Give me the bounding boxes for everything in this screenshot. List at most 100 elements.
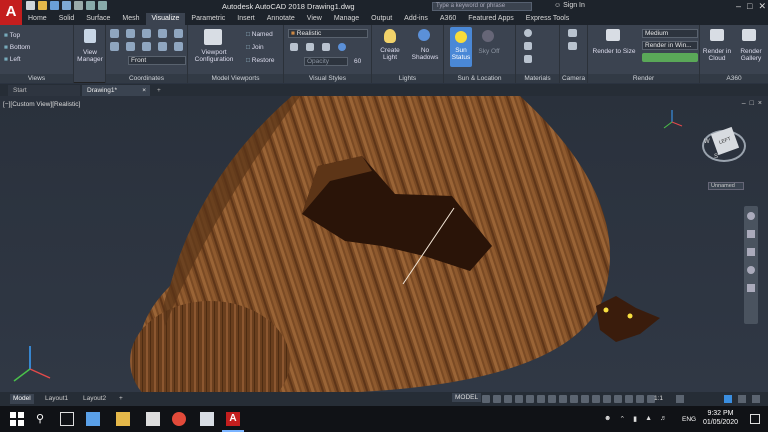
layout-tab-model[interactable]: Model (10, 394, 34, 404)
tab-express-tools[interactable]: Express Tools (520, 13, 575, 25)
customization-icon[interactable] (752, 395, 760, 403)
light-bulb-icon[interactable] (384, 29, 396, 43)
annotation-visibility-icon[interactable] (636, 395, 644, 403)
render-quality-dropdown[interactable]: Medium (642, 29, 698, 38)
ucs-x-icon[interactable] (142, 29, 151, 38)
isodraft-icon[interactable] (526, 395, 534, 403)
polar-icon[interactable] (515, 395, 523, 403)
tab-annotate[interactable]: Annotate (261, 13, 301, 25)
materials-browser-icon[interactable] (524, 29, 532, 37)
autocad-taskbar-icon[interactable]: A (226, 412, 240, 426)
viewport-config-icon[interactable] (204, 29, 222, 45)
ucs-face-icon[interactable] (158, 42, 167, 51)
layout-tab-layout2[interactable]: Layout2 (80, 394, 109, 404)
volume-icon[interactable]: ♬ (660, 415, 667, 423)
view-item-top[interactable]: ■ Top (4, 32, 20, 39)
sign-in-button[interactable]: ☺ Sign In (554, 2, 585, 9)
ucs-origin-icon[interactable] (110, 42, 119, 51)
plot-icon[interactable] (74, 1, 83, 10)
lineweight-icon[interactable] (559, 395, 567, 403)
materials-on-icon[interactable] (524, 55, 532, 63)
search-icon[interactable]: ⚲ (36, 412, 50, 426)
tab-view[interactable]: View (301, 13, 328, 25)
maximize-icon[interactable]: □ (747, 1, 752, 12)
drawing-viewport[interactable]: [−][Custom View][Realistic] – □ × LEFT W… (0, 96, 768, 392)
osnap-icon[interactable] (548, 395, 556, 403)
gallery-icon[interactable] (742, 29, 756, 41)
undo-icon[interactable] (86, 1, 95, 10)
showmotion-icon[interactable] (747, 284, 755, 292)
layout-tab-layout1[interactable]: Layout1 (42, 394, 71, 404)
ucs-icon[interactable] (110, 29, 119, 38)
viewport-restore-icon[interactable]: □ (750, 100, 754, 107)
tab-insert[interactable]: Insert (231, 13, 261, 25)
shadow-style-icon[interactable] (290, 43, 298, 51)
tab-solid[interactable]: Solid (53, 13, 81, 25)
tab-manage[interactable]: Manage (328, 13, 365, 25)
app-icon[interactable] (200, 412, 214, 426)
tab-output[interactable]: Output (365, 13, 398, 25)
calculator-icon[interactable] (146, 412, 160, 426)
ucs-object-icon[interactable] (142, 42, 151, 51)
view-item-bottom[interactable]: ■ Bottom (4, 44, 30, 51)
clock[interactable]: 9:32 PM 01/05/2020 (703, 409, 738, 427)
tab-mesh[interactable]: Mesh (116, 13, 145, 25)
tab-add-ins[interactable]: Add-ins (398, 13, 434, 25)
add-layout-button[interactable]: + (116, 394, 126, 404)
visual-style-dropdown[interactable]: ■ Realistic (288, 29, 368, 38)
transparency-icon[interactable] (570, 395, 578, 403)
workspace-icon[interactable] (676, 395, 684, 403)
pan-icon[interactable] (747, 230, 755, 238)
named-viewports-button[interactable]: □ Named (246, 31, 273, 38)
new-icon[interactable] (26, 1, 35, 10)
notifications-icon[interactable] (750, 414, 760, 424)
chevron-up-icon[interactable]: ⌃ (619, 415, 625, 423)
join-viewports-button[interactable]: □ Join (246, 44, 264, 51)
viewport-controls-label[interactable]: [−][Custom View][Realistic] (3, 101, 80, 108)
sky-icon[interactable] (482, 30, 494, 42)
teapot-icon[interactable] (606, 29, 620, 41)
language-indicator[interactable]: ENG (682, 416, 696, 423)
minimize-icon[interactable]: – (736, 1, 741, 12)
save-as-icon[interactable] (62, 1, 71, 10)
opacity-field[interactable]: Opacity (304, 57, 348, 66)
annotation-scale[interactable]: 1:1 (654, 395, 663, 402)
chrome-icon[interactable] (172, 412, 186, 426)
restore-viewports-button[interactable]: □ Restore (246, 57, 275, 64)
selection-cycling-icon[interactable] (581, 395, 589, 403)
ucs-world-icon[interactable] (126, 29, 135, 38)
grid-icon[interactable] (482, 395, 490, 403)
xray-icon[interactable] (338, 43, 346, 51)
tab-home[interactable]: Home (22, 13, 53, 25)
tab-a360[interactable]: A360 (434, 13, 462, 25)
tab-featured-apps[interactable]: Featured Apps (462, 13, 520, 25)
ucs-dropdown[interactable]: Front (128, 56, 186, 65)
camera-show-icon[interactable] (568, 42, 577, 50)
viewport-close-icon[interactable]: × (758, 100, 762, 107)
view-manager-icon[interactable] (84, 29, 96, 43)
new-tab-button[interactable]: + (154, 85, 168, 96)
zoom-icon[interactable] (747, 248, 755, 256)
redo-icon[interactable] (98, 1, 107, 10)
cloud-render-icon[interactable] (710, 29, 724, 41)
color-style-icon[interactable] (322, 43, 330, 51)
edge-style-icon[interactable] (306, 43, 314, 51)
open-icon[interactable] (38, 1, 47, 10)
3d-osnap-icon[interactable] (592, 395, 600, 403)
isolate-icon[interactable] (738, 395, 746, 403)
unnamed-ucs-dropdown[interactable]: Unnamed (708, 182, 744, 190)
orbit-icon[interactable] (747, 266, 755, 274)
windows-start-icon[interactable] (10, 412, 24, 426)
viewport-minimize-icon[interactable]: – (742, 100, 746, 107)
osnap-tracking-icon[interactable] (537, 395, 545, 403)
dynamic-ucs-icon[interactable] (603, 395, 611, 403)
shadow-icon[interactable] (418, 29, 430, 41)
ucs-z-icon[interactable] (174, 29, 183, 38)
tab-visualize[interactable]: Visualize (145, 13, 186, 25)
render-in-dropdown[interactable]: Render in Win... (642, 41, 698, 50)
gizmo-icon[interactable] (625, 395, 633, 403)
file-tab-drawing1[interactable]: Drawing1* × (82, 85, 150, 96)
tab-surface[interactable]: Surface (80, 13, 116, 25)
ortho-icon[interactable] (504, 395, 512, 403)
viewcube[interactable]: LEFT W S (700, 122, 748, 170)
